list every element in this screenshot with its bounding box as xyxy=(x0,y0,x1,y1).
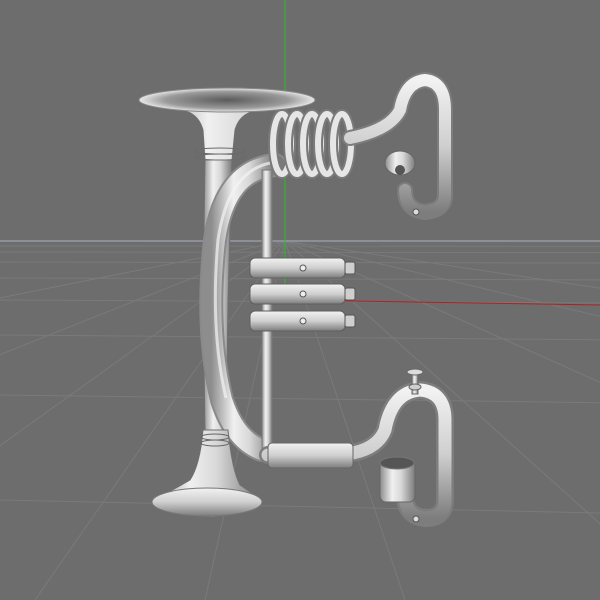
valve-cluster[interactable] xyxy=(249,257,356,332)
upper-tuning-loop[interactable] xyxy=(342,71,453,221)
grid-line xyxy=(0,334,600,341)
valve-3[interactable] xyxy=(249,310,356,332)
valve-1[interactable] xyxy=(249,257,356,279)
3d-viewport[interactable] xyxy=(0,0,600,600)
grid-line xyxy=(0,251,600,254)
valve-2[interactable] xyxy=(249,283,356,305)
grid-line xyxy=(0,394,600,404)
lower-tuning-loop[interactable] xyxy=(259,368,454,528)
grid-line xyxy=(34,240,286,600)
vertical-tube xyxy=(261,169,273,451)
grid-line xyxy=(0,499,600,514)
